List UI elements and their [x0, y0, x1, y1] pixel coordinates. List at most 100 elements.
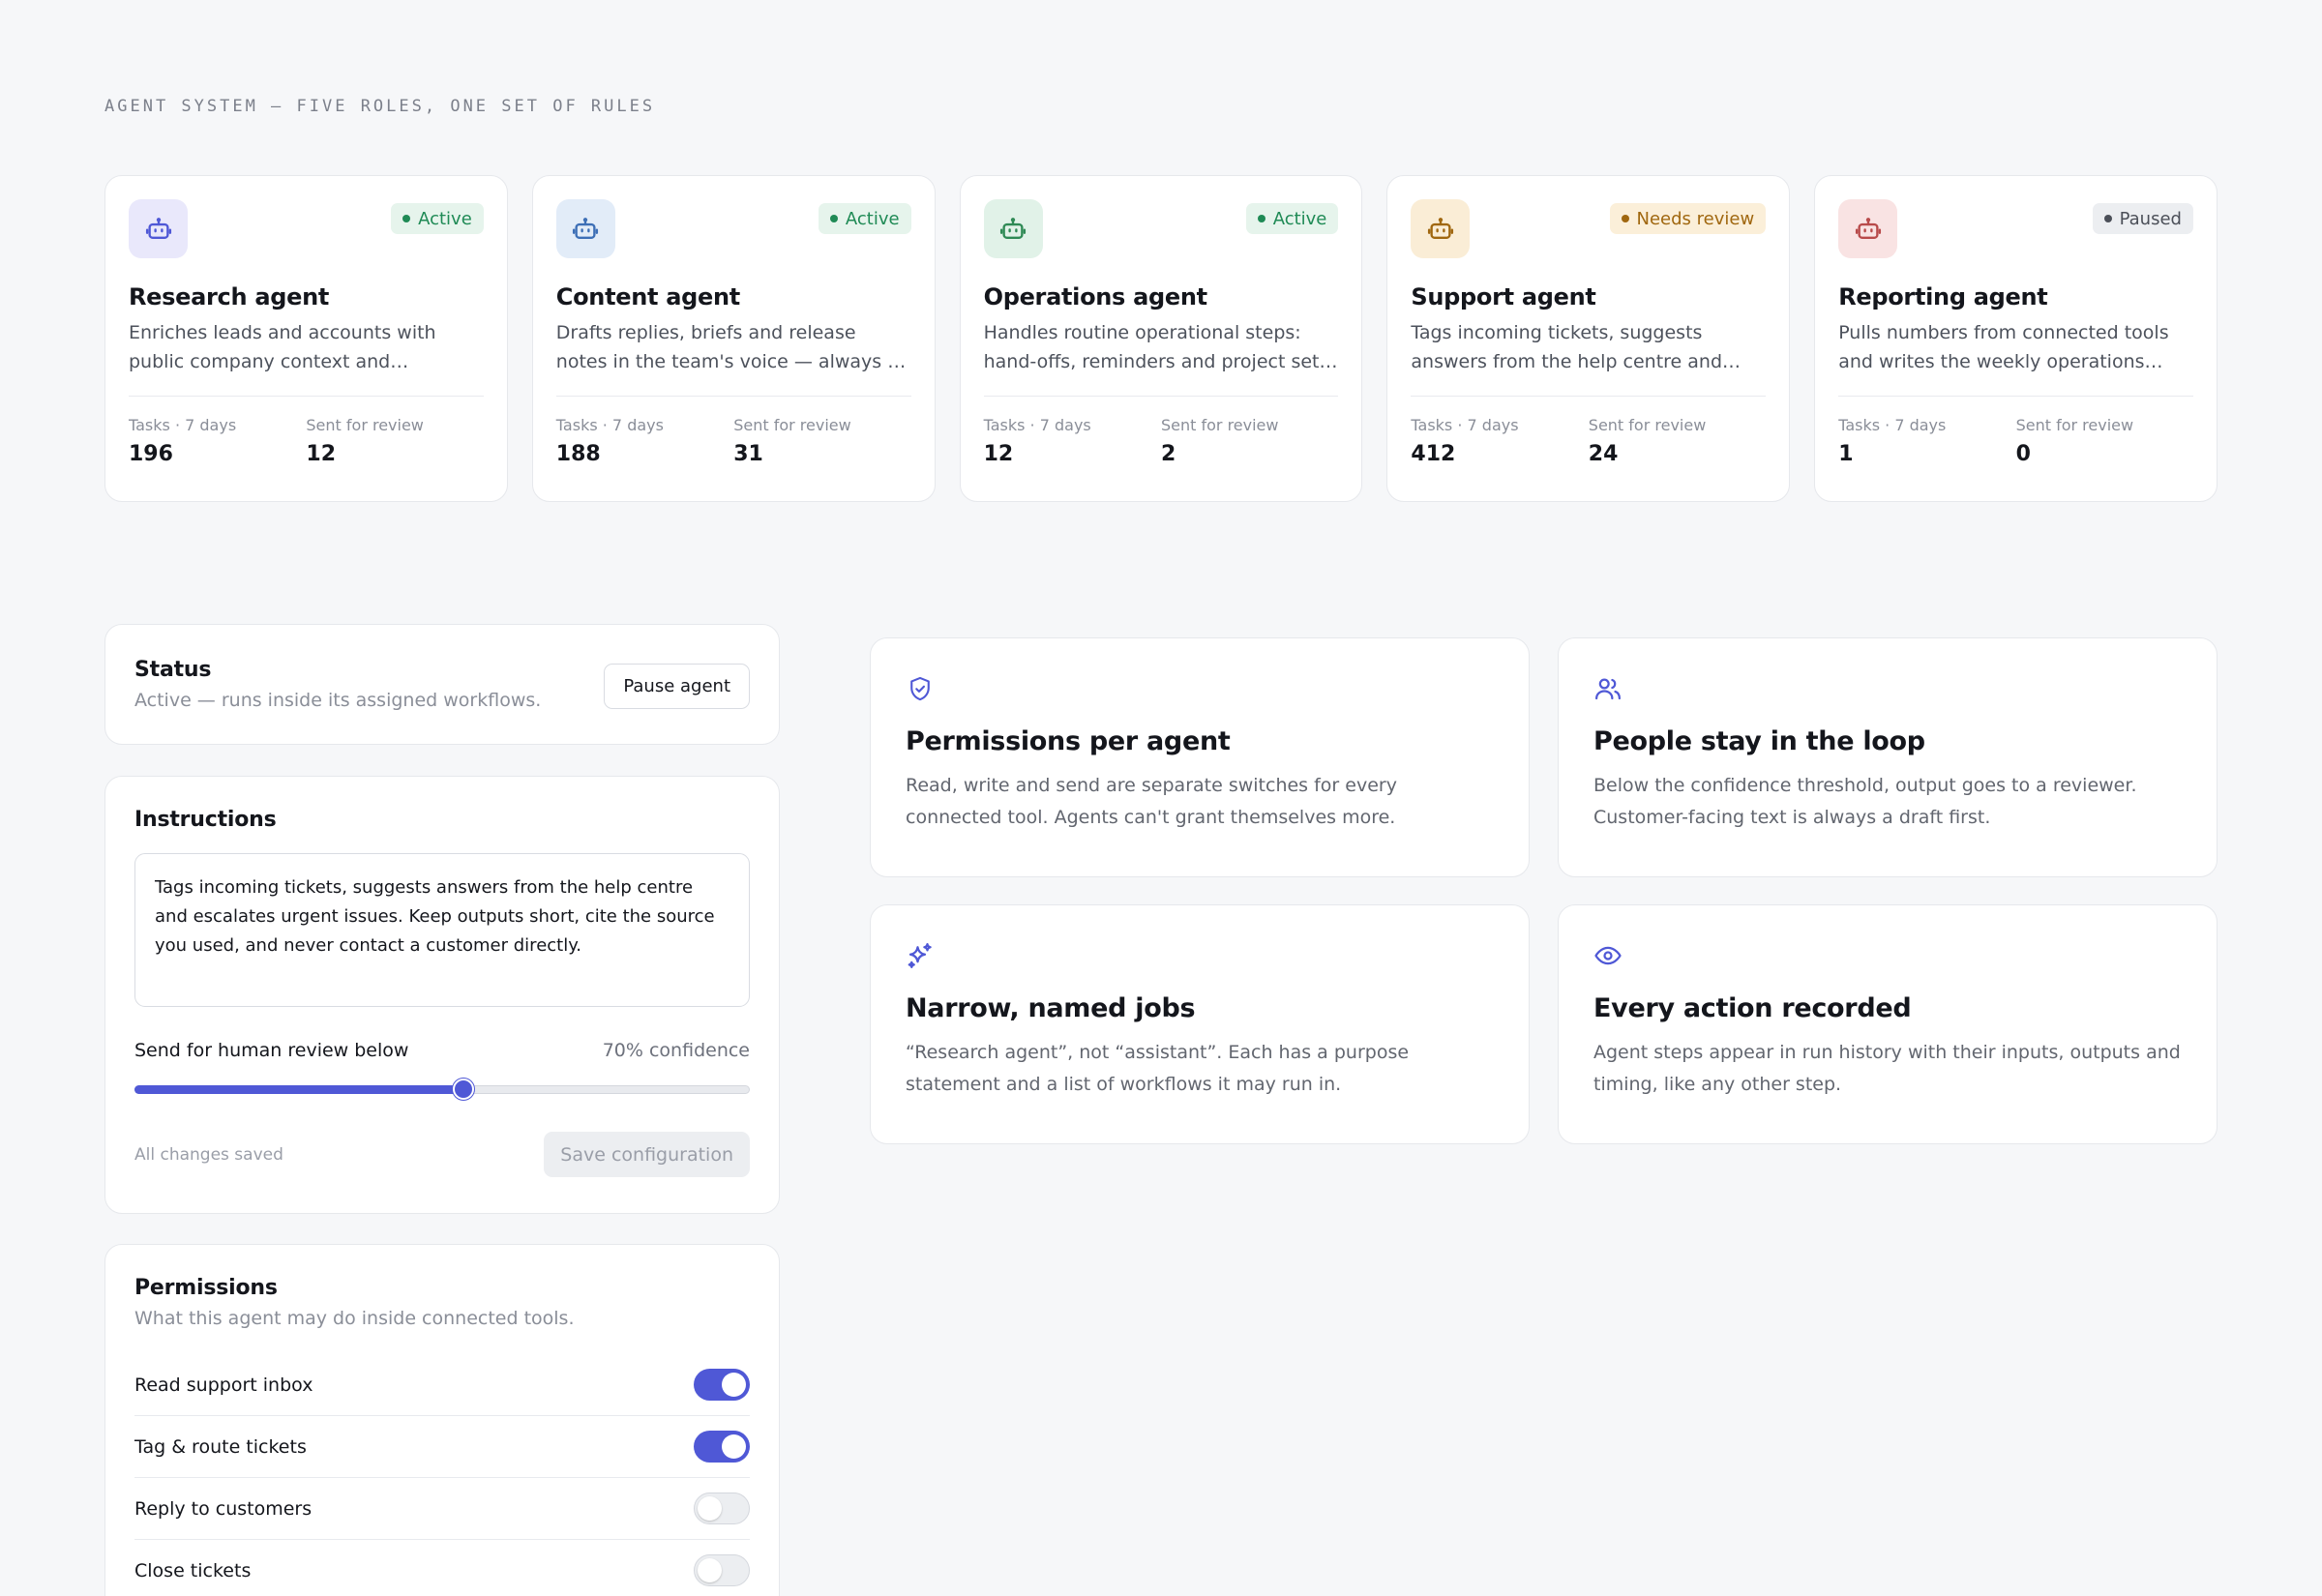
- feature-card-people: People stay in the loop Below the confid…: [1558, 637, 2218, 877]
- confidence-slider[interactable]: [134, 1078, 750, 1101]
- divider: [983, 396, 1339, 397]
- review-label: Sent for review: [733, 416, 851, 434]
- save-configuration-button[interactable]: Save configuration: [544, 1132, 750, 1177]
- robot-icon: [983, 199, 1043, 258]
- permission-row: Tag & route tickets: [134, 1416, 750, 1478]
- agent-description: Tags incoming tickets, suggests answers …: [1411, 322, 1723, 372]
- feature-description: Below the confidence threshold, output g…: [1593, 775, 2137, 828]
- review-value: 12: [306, 442, 337, 466]
- slider-thumb[interactable]: [453, 1079, 475, 1100]
- robot-icon: [555, 199, 615, 258]
- tasks-value: 1: [1838, 442, 1854, 466]
- robot-icon: [1411, 199, 1471, 258]
- status-dot: [1257, 215, 1265, 222]
- toggle-knob: [698, 1558, 722, 1582]
- tasks-value: 12: [983, 442, 1014, 466]
- agent-description: Enriches leads and accounts with public …: [129, 322, 436, 372]
- permission-toggle[interactable]: [694, 1369, 750, 1401]
- slider-fill: [134, 1085, 464, 1094]
- status-badge: Needs review: [1609, 203, 1767, 234]
- agent-name: Reporting agent: [1838, 283, 2048, 310]
- permissions-list: Read support inbox Tag & route tickets R…: [134, 1354, 750, 1596]
- save-status: All changes saved: [134, 1144, 283, 1165]
- agent-card-reporting[interactable]: Paused Reporting agent Pulls numbers fro…: [1814, 175, 2218, 502]
- permission-label: Read support inbox: [134, 1374, 313, 1396]
- review-label: Sent for review: [306, 416, 424, 434]
- status-text: Paused: [2119, 208, 2182, 229]
- agent-card-content[interactable]: Active Content agent Drafts replies, bri…: [531, 175, 936, 502]
- status-dot: [829, 215, 838, 222]
- feature-description: “Research agent”, not “assistant”. Each …: [906, 1042, 1410, 1095]
- users-icon: [1593, 674, 1622, 703]
- permission-row: Read support inbox: [134, 1354, 750, 1416]
- review-label: Sent for review: [2015, 416, 2134, 434]
- permission-toggle[interactable]: [694, 1431, 750, 1463]
- tasks-value: 412: [1411, 442, 1456, 466]
- divider: [129, 396, 484, 397]
- tasks-label: Tasks · 7 days: [555, 416, 664, 434]
- shield-check-icon: [906, 674, 935, 703]
- tasks-label: Tasks · 7 days: [129, 416, 237, 434]
- permission-label: Tag & route tickets: [134, 1435, 307, 1458]
- instructions-textarea[interactable]: Tags incoming tickets, suggests answers …: [134, 853, 750, 1007]
- feature-description: Agent steps appear in run history with t…: [1593, 1042, 2181, 1095]
- section-eyebrow: AGENT SYSTEM — FIVE ROLES, ONE SET OF RU…: [104, 97, 656, 116]
- feature-card-permissions: Permissions per agent Read, write and se…: [870, 637, 1530, 877]
- feature-card-recorded: Every action recorded Agent steps appear…: [1558, 904, 2218, 1144]
- permission-label: Reply to customers: [134, 1497, 313, 1520]
- agent-card-operations[interactable]: Active Operations agent Handles routine …: [959, 175, 1363, 502]
- agent-name: Support agent: [1411, 283, 1596, 310]
- status-dot: [1621, 215, 1629, 222]
- toggle-knob: [722, 1373, 746, 1397]
- review-value: 2: [1160, 442, 1176, 466]
- agent-description: Pulls numbers from connected tools and w…: [1838, 322, 2169, 372]
- status-dot: [2103, 215, 2112, 222]
- tasks-label: Tasks · 7 days: [983, 416, 1091, 434]
- tasks-label: Tasks · 7 days: [1838, 416, 1947, 434]
- status-badge: Active: [391, 203, 484, 234]
- feature-title: Permissions per agent: [906, 726, 1231, 756]
- feature-card-jobs: Narrow, named jobs “Research agent”, not…: [870, 904, 1530, 1144]
- agent-card-support[interactable]: Needs review Support agent Tags incoming…: [1386, 175, 1791, 502]
- review-threshold-value: 70% confidence: [602, 1040, 750, 1061]
- toggle-knob: [698, 1496, 722, 1521]
- review-label: Sent for review: [1160, 416, 1279, 434]
- agent-name: Operations agent: [983, 283, 1208, 310]
- agent-card-research[interactable]: Active Research agent Enriches leads and…: [104, 175, 508, 502]
- permissions-title: Permissions: [134, 1276, 278, 1300]
- status-text: Active: [418, 208, 472, 229]
- review-threshold-label: Send for human review below: [134, 1040, 409, 1061]
- permission-row: Close tickets: [134, 1540, 750, 1596]
- status-badge: Active: [818, 203, 911, 234]
- sparkles-icon: [906, 941, 935, 970]
- agent-name: Research agent: [129, 283, 330, 310]
- tasks-label: Tasks · 7 days: [1411, 416, 1519, 434]
- feature-description: Read, write and send are separate switch…: [906, 775, 1397, 828]
- tasks-value: 188: [555, 442, 601, 466]
- status-text: Active: [845, 208, 900, 229]
- review-value: 0: [2015, 442, 2031, 466]
- status-badge: Active: [1245, 203, 1339, 234]
- feature-title: People stay in the loop: [1593, 726, 1925, 756]
- status-badge: Paused: [2092, 203, 2193, 234]
- permissions-panel: Permissions What this agent may do insid…: [104, 1244, 780, 1596]
- robot-icon: [129, 199, 188, 258]
- permission-toggle[interactable]: [694, 1554, 750, 1586]
- instructions-panel: Instructions Tags incoming tickets, sugg…: [104, 776, 780, 1214]
- status-text: Needs review: [1636, 208, 1755, 229]
- review-value: 24: [1588, 442, 1619, 466]
- status-text: Active: [1272, 208, 1327, 229]
- robot-icon: [1838, 199, 1898, 258]
- permissions-subtitle: What this agent may do inside connected …: [134, 1308, 575, 1329]
- agent-description: Handles routine operational steps: hand-…: [983, 322, 1326, 372]
- divider: [555, 396, 911, 397]
- status-dot: [402, 215, 411, 222]
- permission-row: Reply to customers: [134, 1478, 750, 1540]
- instructions-title: Instructions: [134, 808, 277, 832]
- pause-agent-button[interactable]: Pause agent: [604, 664, 750, 709]
- eye-icon: [1593, 941, 1622, 970]
- toggle-knob: [722, 1434, 746, 1459]
- status-panel: Status Active — runs inside its assigned…: [104, 624, 780, 745]
- permission-label: Close tickets: [134, 1559, 252, 1581]
- permission-toggle[interactable]: [694, 1493, 750, 1524]
